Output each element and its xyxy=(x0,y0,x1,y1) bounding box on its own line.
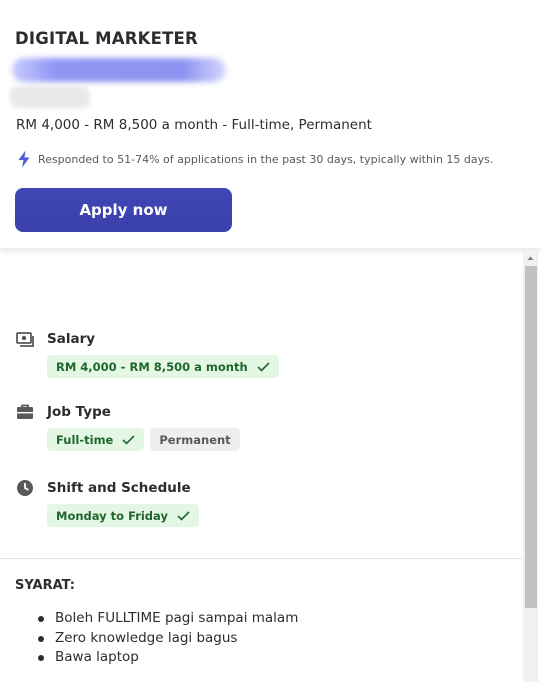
job-type-section: Job Type Full-time Permanent xyxy=(16,403,246,451)
money-icon xyxy=(16,332,34,347)
job-title: DIGITAL MARKETER xyxy=(15,29,198,48)
response-rate-note: Responded to 51-74% of applications in t… xyxy=(16,150,493,168)
scrollbar[interactable] xyxy=(523,250,538,682)
briefcase-icon xyxy=(17,404,33,419)
clock-icon xyxy=(17,480,33,496)
company-name-redacted xyxy=(12,58,226,82)
salary-pill-text: RM 4,000 - RM 8,500 a month xyxy=(56,359,248,374)
salary-label: Salary xyxy=(47,331,96,347)
list-item: Bawa laptop xyxy=(38,648,298,668)
shift-label: Shift and Schedule xyxy=(47,480,191,496)
full-time-pill: Full-time xyxy=(47,428,145,451)
salary-pill: RM 4,000 - RM 8,500 a month xyxy=(47,355,279,378)
list-item: Boleh FULLTIME pagi sampai malam xyxy=(38,609,298,629)
location-redacted xyxy=(10,86,90,108)
schedule-pill: Monday to Friday xyxy=(47,504,199,527)
lightning-icon xyxy=(18,150,30,168)
check-icon xyxy=(122,434,135,445)
requirements-heading: SYARAT: xyxy=(15,578,76,593)
schedule-pill-text: Monday to Friday xyxy=(56,508,168,523)
response-rate-text: Responded to 51-74% of applications in t… xyxy=(38,152,494,166)
apply-now-button[interactable]: Apply now xyxy=(15,188,232,232)
check-icon xyxy=(177,510,190,521)
section-divider xyxy=(0,558,522,559)
salary-section: Salary RM 4,000 - RM 8,500 a month xyxy=(16,330,285,378)
requirements-list: Boleh FULLTIME pagi sampai malam Zero kn… xyxy=(38,609,298,668)
scroll-up-arrow-icon[interactable] xyxy=(523,252,538,264)
permanent-pill: Permanent xyxy=(150,428,240,451)
shift-section: Shift and Schedule Monday to Friday xyxy=(16,479,205,527)
scrollbar-thumb[interactable] xyxy=(525,266,537,608)
check-icon xyxy=(257,361,270,372)
job-type-label: Job Type xyxy=(47,404,111,420)
salary-summary: RM 4,000 - RM 8,500 a month - Full-time,… xyxy=(16,117,372,133)
job-header: DIGITAL MARKETER RM 4,000 - RM 8,500 a m… xyxy=(0,0,541,248)
permanent-pill-text: Permanent xyxy=(159,432,231,447)
full-time-pill-text: Full-time xyxy=(56,432,114,447)
list-item: Zero knowledge lagi bagus xyxy=(38,629,298,649)
